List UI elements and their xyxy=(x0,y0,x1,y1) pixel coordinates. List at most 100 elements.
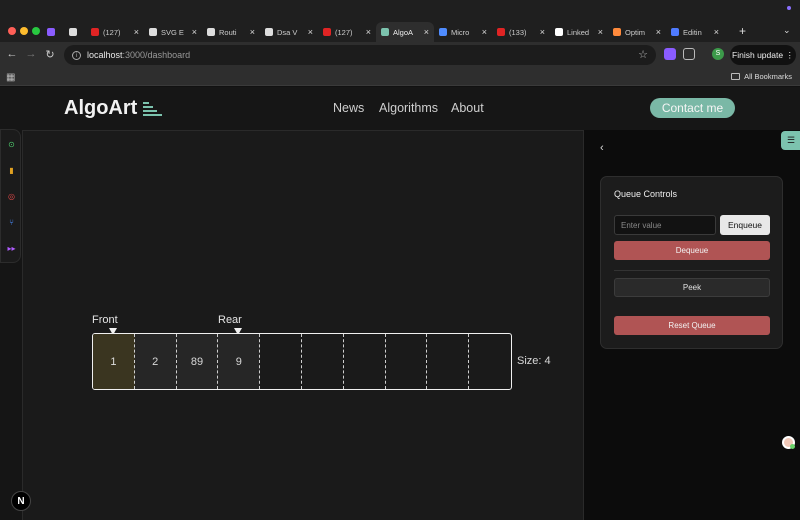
browser-tab-label: (127) xyxy=(335,27,353,37)
browser-tab[interactable]: Routi × xyxy=(202,22,260,42)
online-status-dot xyxy=(790,444,795,449)
site-navbar: AlgoArt News Algorithms About Contact me xyxy=(0,87,800,130)
nav-link-algorithms[interactable]: Algorithms xyxy=(379,101,438,115)
reset-queue-button[interactable]: Reset Queue xyxy=(614,316,770,335)
browser-tab-label: Micro xyxy=(451,27,470,37)
queue-size-label: Size: 4 xyxy=(517,355,551,367)
new-tab-button[interactable]: + xyxy=(739,24,746,38)
queue-cell xyxy=(386,334,428,389)
queue-cell xyxy=(302,334,344,389)
reload-icon[interactable]: ↻ xyxy=(43,48,57,61)
forward-arrow-icon[interactable]: → xyxy=(24,48,38,60)
contact-me-button[interactable]: Contact me xyxy=(650,98,735,118)
browser-tab[interactable]: (133) × xyxy=(492,22,550,42)
close-tab-icon[interactable]: × xyxy=(424,27,429,37)
tree-icon[interactable]: ⑂ xyxy=(7,218,16,227)
queue-cell: 89 xyxy=(176,334,219,389)
finish-update-label: Finish update xyxy=(732,50,784,60)
peek-button[interactable]: Peek xyxy=(614,278,770,297)
all-bookmarks-button[interactable]: All Bookmarks xyxy=(731,72,792,81)
close-tab-icon[interactable]: × xyxy=(656,27,661,37)
address-bar[interactable]: i localhost:3000/dashboard ☆ xyxy=(64,45,656,65)
browser-tab[interactable] xyxy=(42,22,64,42)
browser-tab[interactable]: Micro × xyxy=(434,22,492,42)
browser-tab-label: AlgoA xyxy=(393,27,414,37)
close-tab-icon[interactable]: × xyxy=(598,27,603,37)
browser-tab[interactable]: Linked × xyxy=(550,22,608,42)
nextjs-dev-badge[interactable]: N xyxy=(11,491,31,511)
collapse-chevron-left-icon[interactable]: ‹ xyxy=(600,142,604,154)
url-host: localhost xyxy=(87,50,123,60)
visualization-canvas: Front Rear 1 2 89 9 Size: 4 xyxy=(22,130,583,520)
profile-indicator xyxy=(787,6,791,10)
browser-tab-bar: (127) × SVG E × Routi × Dsa V × (127) × AlgoA × Micr… xyxy=(0,0,800,42)
browser-tab-label: Editin xyxy=(683,27,702,37)
gem-icon xyxy=(671,28,679,36)
close-window-button[interactable] xyxy=(8,27,16,35)
extensions-puzzle-icon[interactable] xyxy=(683,48,695,60)
notion-icon xyxy=(265,28,273,36)
extension-icon[interactable] xyxy=(664,48,676,60)
close-tab-icon[interactable]: × xyxy=(540,27,545,37)
maximize-window-button[interactable] xyxy=(32,27,40,35)
bookmark-star-icon[interactable]: ☆ xyxy=(638,48,648,61)
browser-tab-label: Linked xyxy=(567,27,590,37)
browser-tab[interactable]: Optim × xyxy=(608,22,666,42)
tab-strip: (127) × SVG E × Routi × Dsa V × (127) × AlgoA × Micr… xyxy=(42,22,724,42)
site-logo[interactable]: AlgoArt xyxy=(64,97,163,120)
bookmarks-bar: ▦ All Bookmarks xyxy=(0,68,800,86)
enqueue-button[interactable]: Enqueue xyxy=(720,215,770,235)
nav-link-about[interactable]: About xyxy=(451,101,484,115)
browser-tab[interactable]: (127) × xyxy=(318,22,376,42)
sun-icon xyxy=(613,28,621,36)
browser-tab-label: Dsa V xyxy=(277,27,298,37)
queue-controls-title: Queue Controls xyxy=(614,189,678,199)
logo-bars-icon xyxy=(143,101,163,116)
globe-icon xyxy=(149,28,157,36)
folder-icon xyxy=(731,73,741,80)
close-tab-icon[interactable]: × xyxy=(134,27,139,37)
close-tab-icon[interactable]: × xyxy=(250,27,255,37)
browser-tab[interactable]: SVG E × xyxy=(144,22,202,42)
target-icon[interactable]: ◎ xyxy=(7,192,16,201)
fast-forward-icon[interactable]: ▸▸ xyxy=(7,244,16,253)
close-tab-icon[interactable]: × xyxy=(366,27,371,37)
browser-tab[interactable] xyxy=(64,22,86,42)
algorithm-dock: ⊙ ▮ ◎ ⑂ ▸▸ xyxy=(0,129,21,263)
browser-tab[interactable]: AlgoA × xyxy=(376,22,434,42)
algoart-icon xyxy=(381,28,389,36)
back-arrow-icon[interactable]: ← xyxy=(5,48,19,60)
site-info-icon[interactable]: i xyxy=(72,50,81,60)
youtube-icon xyxy=(91,28,99,36)
apps-grid-icon[interactable]: ▦ xyxy=(6,72,15,83)
tab-search-chevron-icon[interactable]: ⌄ xyxy=(783,25,791,36)
page: AlgoArt News Algorithms About Contact me… xyxy=(0,87,800,520)
queue-cell xyxy=(427,334,470,389)
close-tab-icon[interactable]: × xyxy=(714,27,719,37)
divider xyxy=(614,270,770,271)
github-icon xyxy=(69,28,77,36)
podcast-icon xyxy=(47,28,55,36)
close-tab-icon[interactable]: × xyxy=(308,27,313,37)
youtube-icon xyxy=(323,28,331,36)
nav-link-news[interactable]: News xyxy=(333,101,364,115)
close-tab-icon[interactable]: × xyxy=(192,27,197,37)
browser-tab[interactable]: (127) × xyxy=(86,22,144,42)
controls-panel: ‹ ☰ Queue Controls Enqueue Dequeue Peek … xyxy=(583,130,800,520)
youtube-icon xyxy=(497,28,505,36)
queue-cell: 9 xyxy=(218,334,261,389)
profile-avatar[interactable]: S xyxy=(712,48,724,60)
browser-tab[interactable]: Editin × xyxy=(666,22,724,42)
value-input[interactable] xyxy=(614,215,716,235)
all-bookmarks-label: All Bookmarks xyxy=(744,72,792,81)
play-icon[interactable]: ⊙ xyxy=(7,140,16,149)
stack-icon[interactable]: ▮ xyxy=(7,166,16,175)
browser-tab[interactable]: Dsa V × xyxy=(260,22,318,42)
close-tab-icon[interactable]: × xyxy=(482,27,487,37)
minimize-window-button[interactable] xyxy=(20,27,28,35)
finish-update-button[interactable]: Finish update ⋮ xyxy=(730,45,796,65)
dequeue-button[interactable]: Dequeue xyxy=(614,241,770,260)
browser-tab-label: (133) xyxy=(509,27,527,37)
front-pointer-label: Front xyxy=(92,314,118,326)
menu-toggle-icon[interactable]: ☰ xyxy=(781,131,800,150)
